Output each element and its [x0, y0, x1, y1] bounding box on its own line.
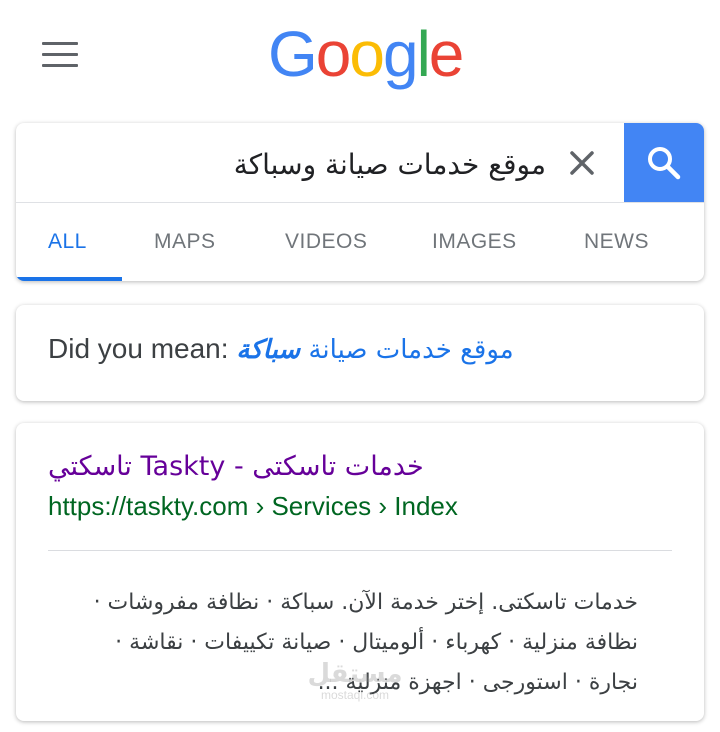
- hamburger-menu-icon[interactable]: [42, 42, 78, 68]
- logo-letter: e: [428, 18, 465, 90]
- search-bar: [16, 123, 704, 203]
- search-icon: [648, 146, 681, 179]
- search-input[interactable]: [44, 141, 548, 187]
- tab-all[interactable]: ALL: [48, 203, 87, 281]
- logo-letter: l: [416, 18, 431, 90]
- tab-news[interactable]: NEWS: [584, 203, 649, 281]
- watermark-logo: مستقل: [307, 659, 403, 689]
- clear-icon[interactable]: [564, 145, 600, 181]
- search-button[interactable]: [624, 123, 704, 202]
- result-title-link[interactable]: خدمات تاسكتى - Taskty تاسكتي: [48, 451, 424, 482]
- tab-maps[interactable]: MAPS: [154, 203, 216, 281]
- logo-letter: G: [268, 18, 318, 90]
- logo-letter: o: [349, 18, 385, 90]
- header: Google: [0, 0, 720, 120]
- logo-letter: o: [315, 18, 352, 90]
- tab-videos[interactable]: VIDEOS: [285, 203, 367, 281]
- google-logo[interactable]: Google: [268, 22, 464, 86]
- did-you-mean-prefix: Did you mean:: [48, 333, 229, 364]
- logo-letter: g: [382, 18, 419, 90]
- suggestion-text: موقع خدمات صيانة: [308, 335, 514, 365]
- search-tabs: ALL MAPS VIDEOS IMAGES NEWS: [16, 203, 704, 281]
- suggestion-corrected-word: سباكة: [236, 335, 301, 365]
- watermark-text: mostaql.com: [320, 688, 390, 702]
- search-card: ALL MAPS VIDEOS IMAGES NEWS: [16, 123, 704, 281]
- did-you-mean-card: Did you mean: موقع خدمات صيانة سباكة: [16, 305, 704, 401]
- watermark: مستقل mostaql.com: [300, 660, 410, 702]
- did-you-mean: Did you mean: موقع خدمات صيانة سباكة: [48, 333, 514, 365]
- did-you-mean-suggestion-link[interactable]: موقع خدمات صيانة سباكة: [236, 335, 513, 365]
- snippet-line: خدمات تاسكتى. إختر خدمة الآن. سباكة · نظ…: [93, 590, 638, 615]
- tab-images[interactable]: IMAGES: [432, 203, 517, 281]
- snippet-line: نظافة منزلية · كهرباء · ألوميتال · صيانة…: [115, 630, 638, 655]
- result-url[interactable]: https://taskty.com › Services › Index: [48, 491, 458, 522]
- result-divider: [48, 550, 672, 551]
- active-tab-indicator: [16, 277, 122, 281]
